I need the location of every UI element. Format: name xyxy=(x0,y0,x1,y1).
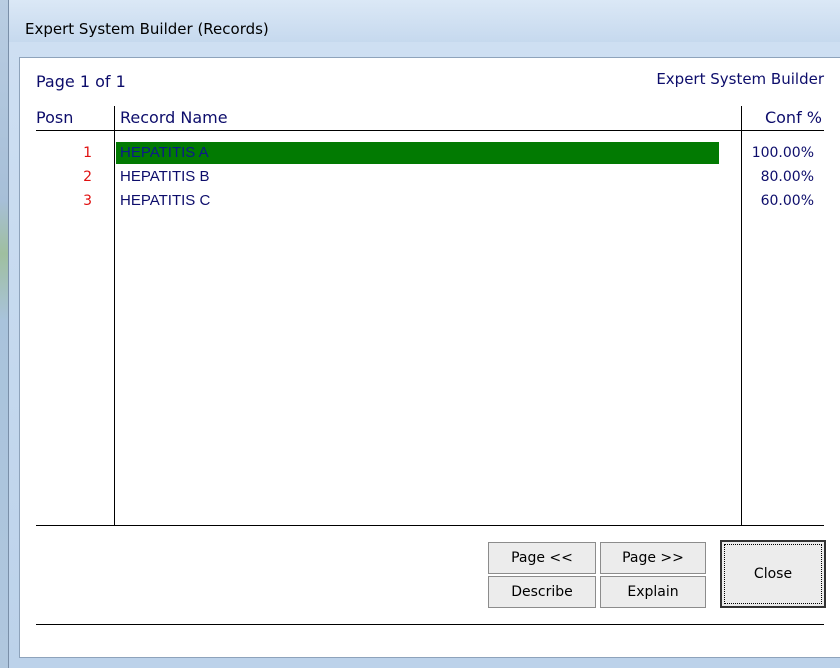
row-confidence: 80.00% xyxy=(760,169,814,185)
row-position: 3 xyxy=(83,193,92,209)
row-confidence: 60.00% xyxy=(760,193,814,209)
title-bar[interactable]: Expert System Builder (Records) xyxy=(9,0,840,42)
close-button[interactable]: Close xyxy=(720,540,826,608)
row-record-name[interactable]: HEPATITIS C xyxy=(116,190,719,212)
describe-button[interactable]: Describe xyxy=(488,576,596,608)
page-next-button[interactable]: Page >> xyxy=(600,542,706,574)
row-record-name[interactable]: HEPATITIS B xyxy=(116,166,719,188)
column-header-posn: Posn xyxy=(36,108,74,127)
column-header-record-name: Record Name xyxy=(120,108,228,127)
row-record-name[interactable]: HEPATITIS A xyxy=(116,142,719,164)
header-divider xyxy=(36,130,824,131)
app-name-label: Expert System Builder xyxy=(656,70,824,88)
page-indicator: Page 1 of 1 xyxy=(36,72,126,91)
table-row[interactable]: 1 HEPATITIS A 100.00% xyxy=(20,142,840,166)
row-position: 2 xyxy=(83,169,92,185)
page-prev-button[interactable]: Page << xyxy=(488,542,596,574)
records-window: Expert System Builder (Records) Page 1 o… xyxy=(8,0,840,668)
window-title: Expert System Builder (Records) xyxy=(25,20,269,38)
row-position: 1 xyxy=(83,145,92,161)
row-confidence: 100.00% xyxy=(751,145,814,161)
explain-button[interactable]: Explain xyxy=(600,576,706,608)
records-panel: Page 1 of 1 Expert System Builder Posn R… xyxy=(19,57,840,658)
table-row[interactable]: 2 HEPATITIS B 80.00% xyxy=(20,166,840,190)
footer-divider xyxy=(36,624,824,625)
column-header-conf: Conf % xyxy=(764,108,822,127)
table-row[interactable]: 3 HEPATITIS C 60.00% xyxy=(20,190,840,214)
list-bottom-divider xyxy=(36,525,824,526)
